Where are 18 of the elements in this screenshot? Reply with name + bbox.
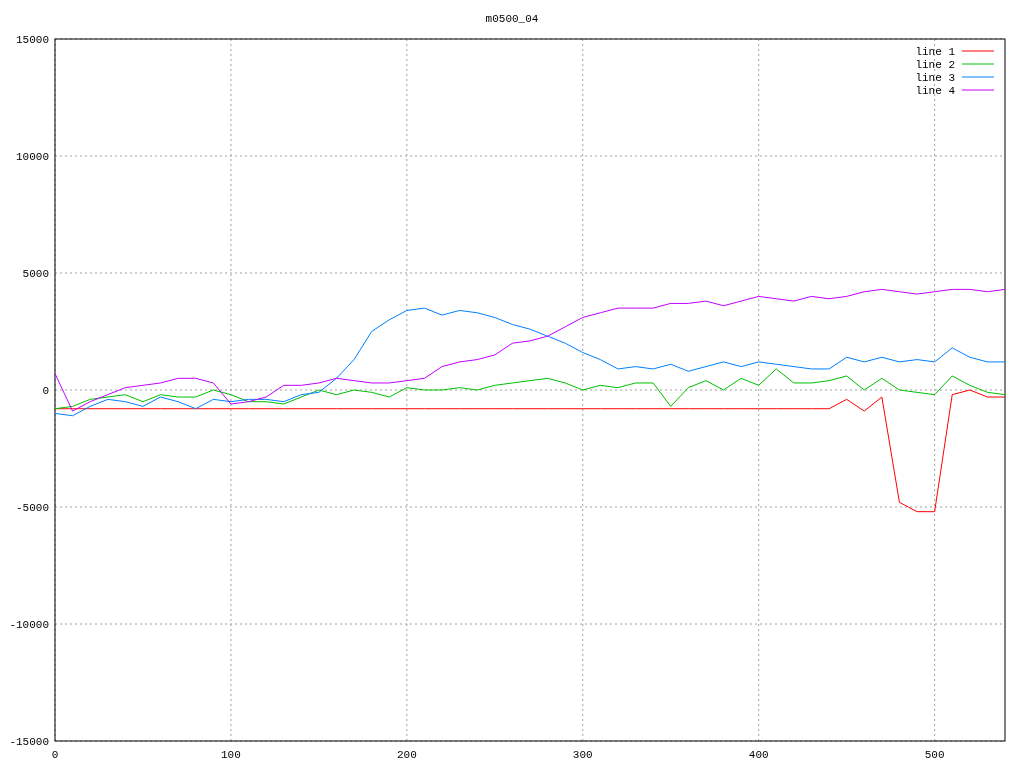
y-tick-label: -15000 bbox=[9, 736, 49, 748]
x-tick-label: 300 bbox=[572, 749, 593, 761]
x-tick-label: 500 bbox=[924, 749, 945, 761]
y-tick-label: -10000 bbox=[9, 619, 49, 631]
legend-label: line 3 bbox=[915, 72, 955, 84]
y-tick-label: 15000 bbox=[16, 34, 49, 46]
x-tick-label: 0 bbox=[51, 749, 59, 761]
chart-title: m0500_04 bbox=[485, 13, 539, 25]
legend-label: line 1 bbox=[915, 46, 955, 58]
y-tick-label: 5000 bbox=[22, 268, 49, 280]
y-tick-label: -5000 bbox=[16, 502, 49, 514]
x-tick-label: 200 bbox=[396, 749, 417, 761]
y-tick-label: 10000 bbox=[16, 151, 49, 163]
y-tick-label: 0 bbox=[42, 385, 49, 397]
x-tick-label: 400 bbox=[748, 749, 769, 761]
x-tick-label: 100 bbox=[221, 749, 241, 761]
legend-label: line 2 bbox=[915, 59, 955, 71]
legend-label: line 4 bbox=[915, 85, 955, 97]
